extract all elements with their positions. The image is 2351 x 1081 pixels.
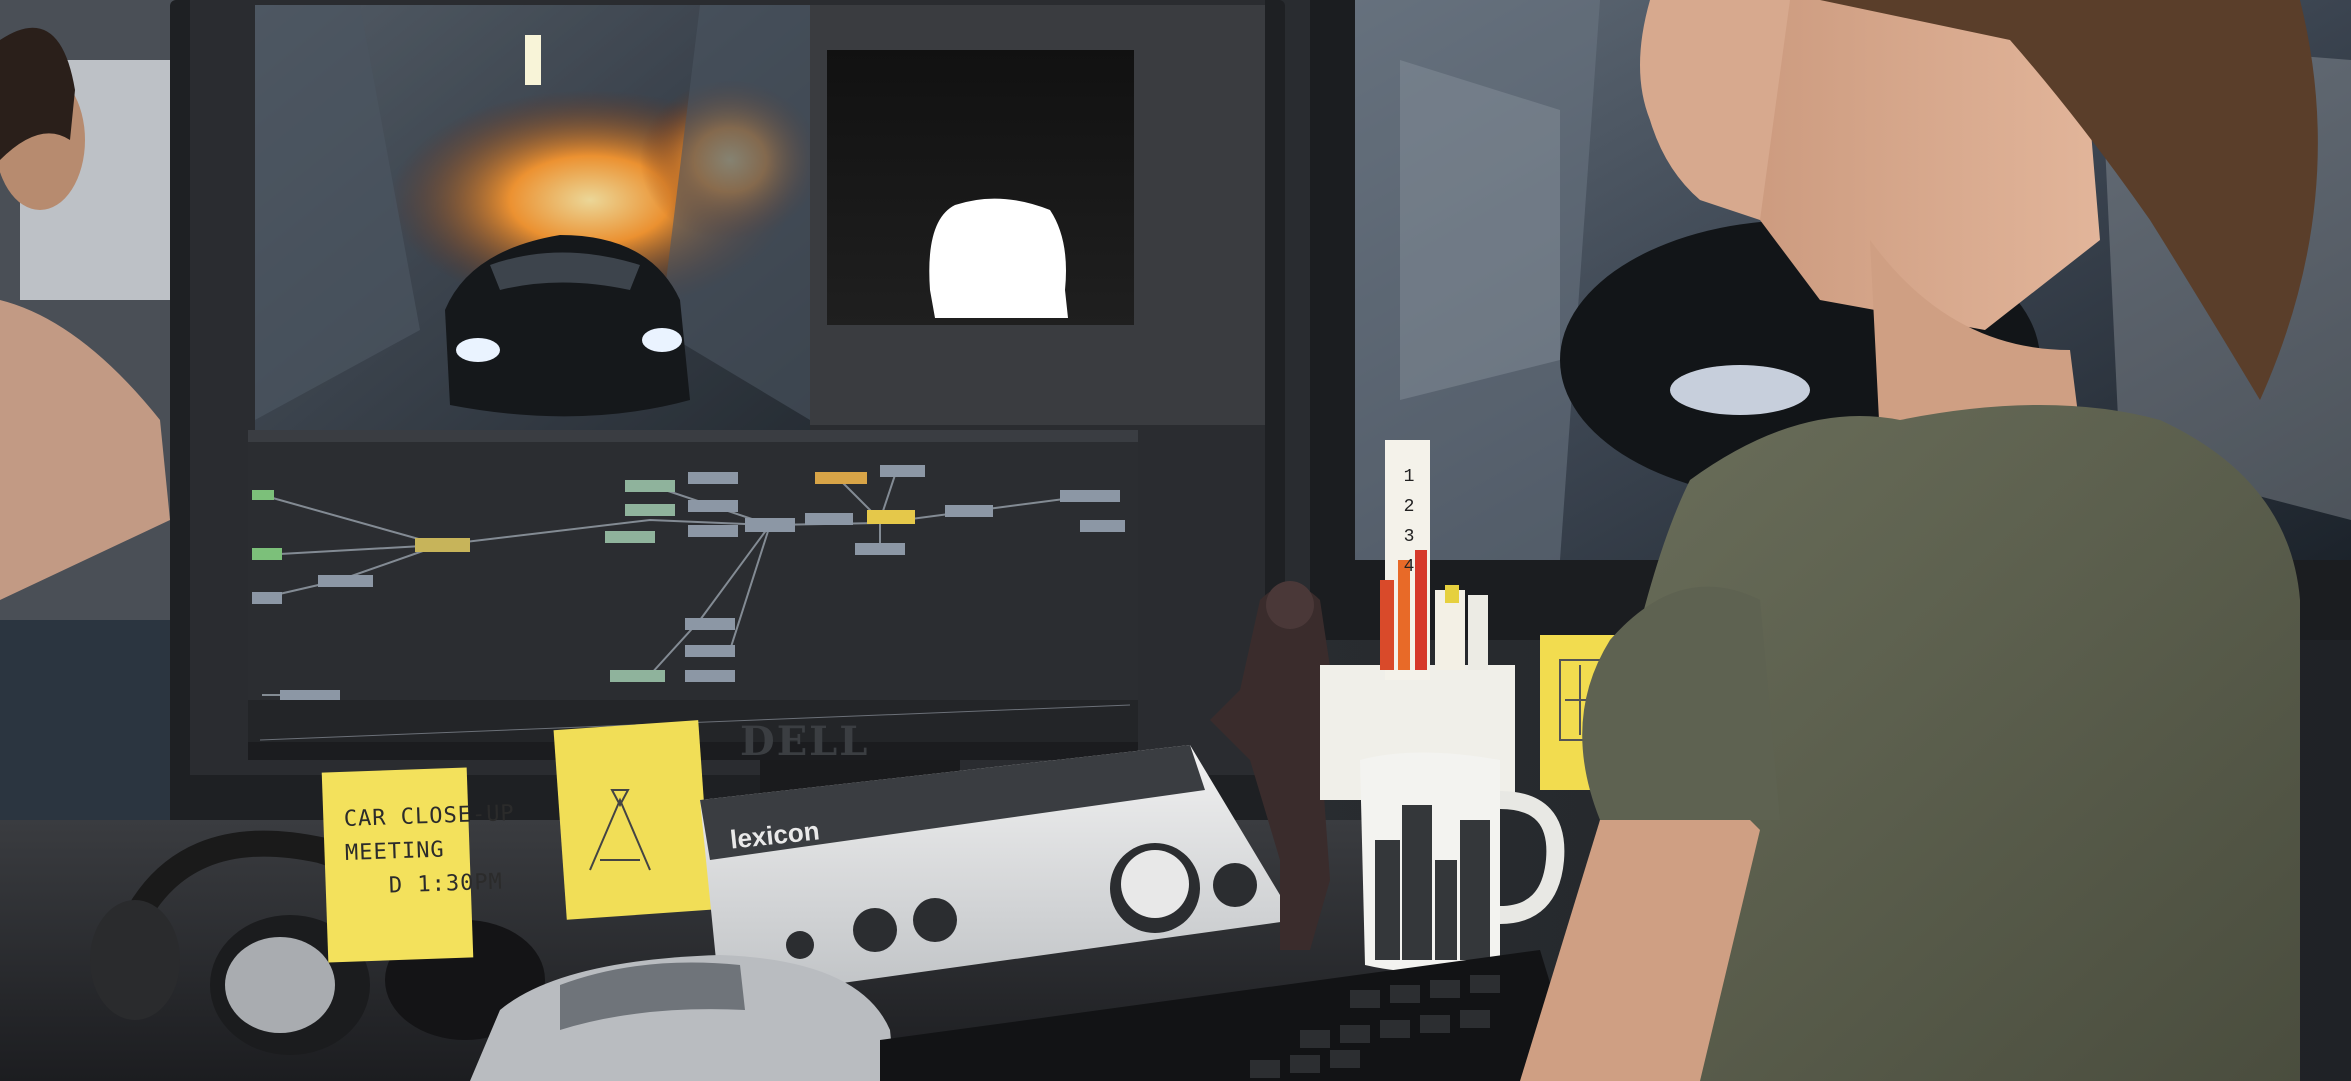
sticky-note-sketch [553,720,712,920]
matte-viewer [810,5,1265,425]
ruler-numbers: 1 2 3 4 [1403,467,1415,577]
monitor-logo: DELL [740,718,870,765]
photo-scene: DELL lexicon CAR CLOSE-UP MEETING D 1:30… [0,0,2351,1081]
render-viewer [255,5,820,450]
node-graph-panel [248,430,1138,760]
scene-illustration [0,0,2351,1081]
sticky-note-text: CAR CLOSE-UP MEETING D 1:30PM [343,801,516,900]
